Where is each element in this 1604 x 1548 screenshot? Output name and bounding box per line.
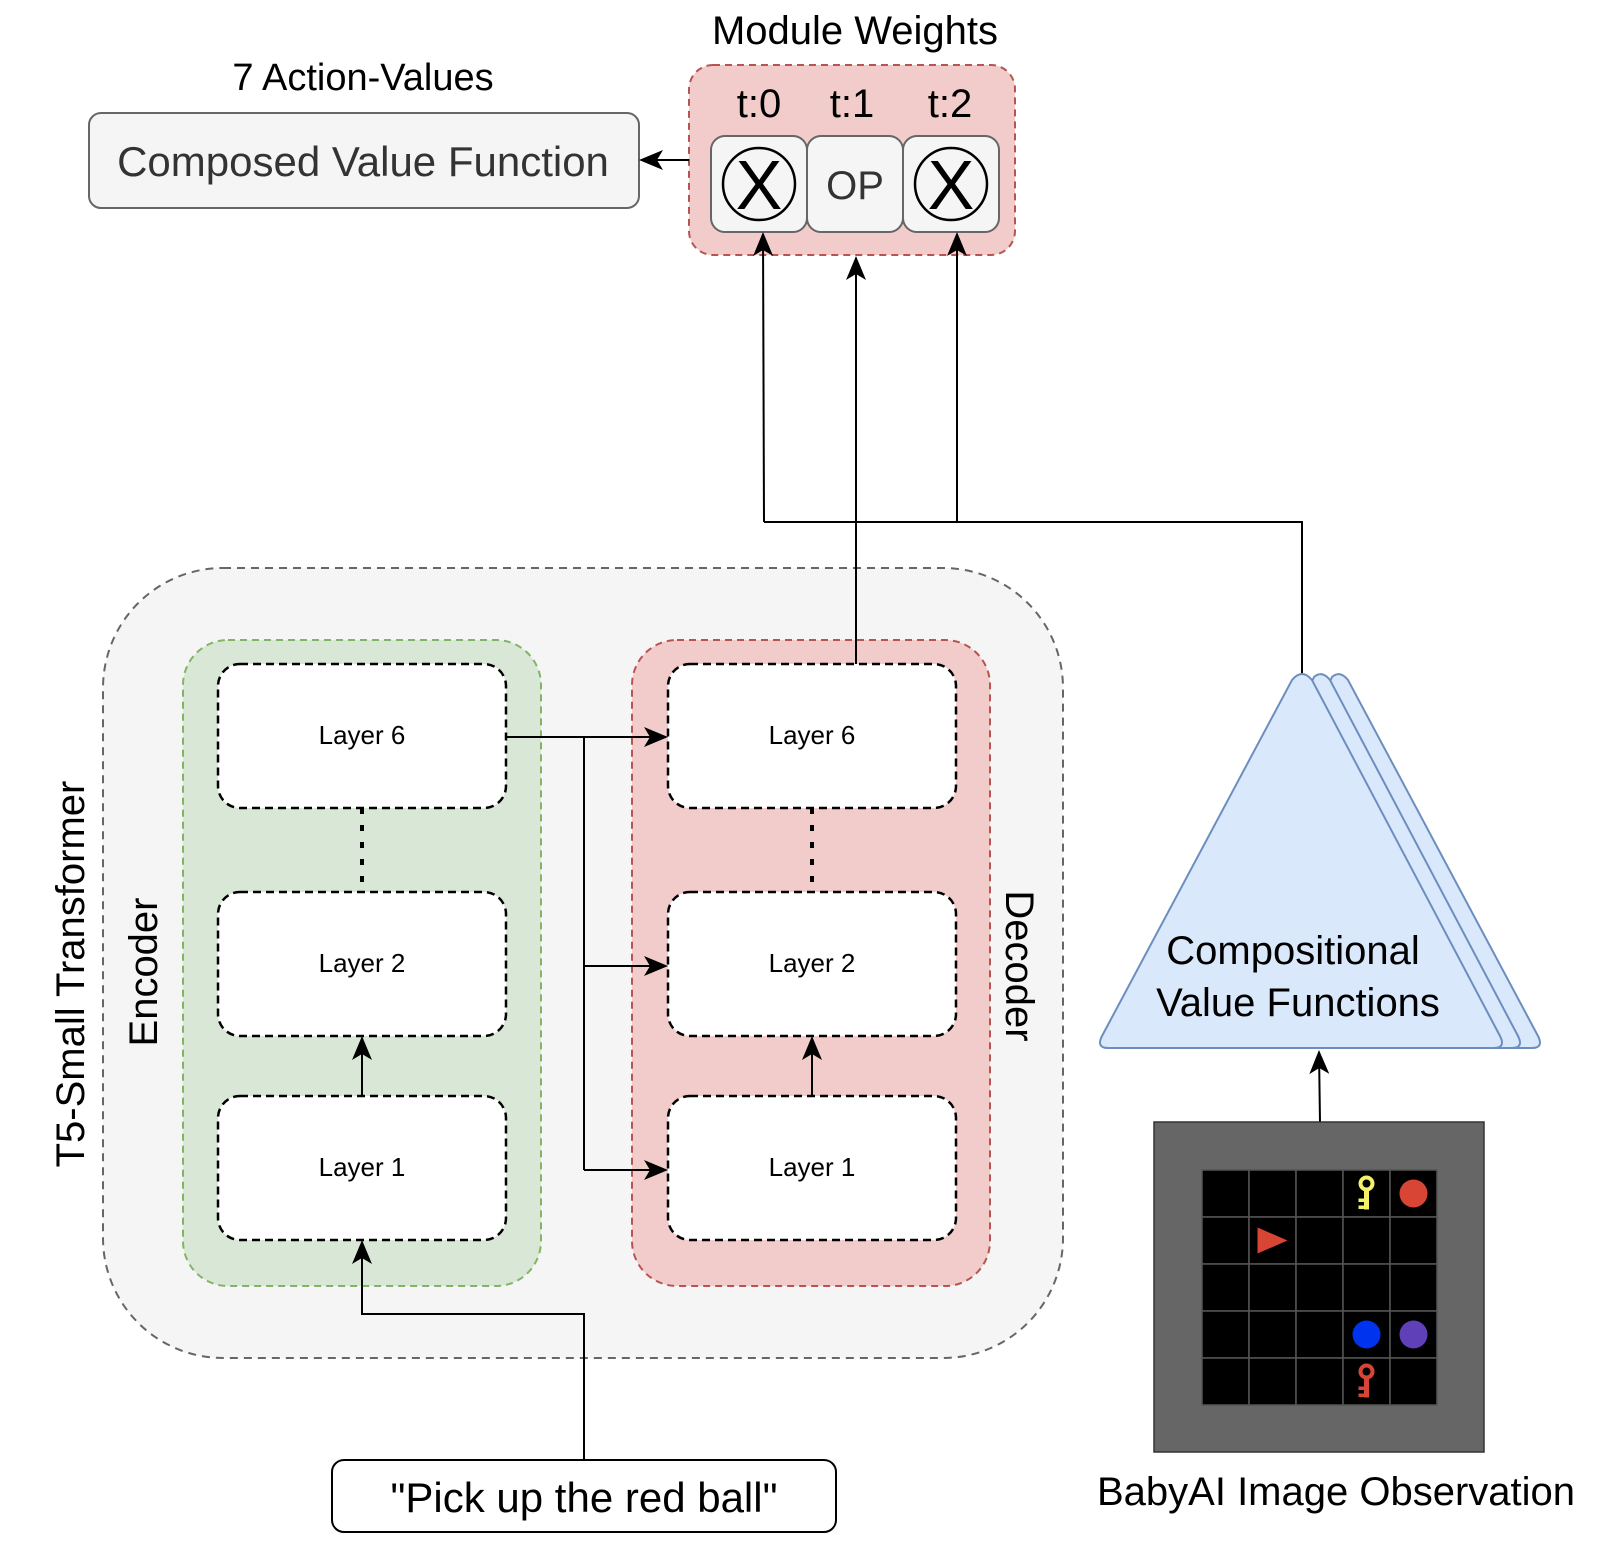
grid-cell <box>1201 1169 1250 1218</box>
svg-text:Layer 6: Layer 6 <box>769 720 856 750</box>
grid-cell <box>1295 1216 1344 1265</box>
grid-cell <box>1389 1263 1438 1312</box>
svg-text:X: X <box>928 146 975 224</box>
op-label: OP <box>826 164 884 208</box>
encoder-layer-2: Layer 2 <box>216 890 508 1038</box>
grid-cell <box>1248 1310 1297 1359</box>
ball-icon <box>1352 1320 1381 1349</box>
grid-cell <box>1248 1169 1297 1218</box>
svg-text:X: X <box>736 146 783 224</box>
compositional-value-functions: Compositional Value Functions <box>1099 673 1541 1049</box>
module-weights-title: Module Weights <box>712 9 998 53</box>
module-slot-t2: X <box>902 135 1000 233</box>
composed-value-function-label: Composed Value Function <box>117 138 609 185</box>
grid-cell <box>1201 1263 1250 1312</box>
encoder-layer-1: Layer 1 <box>216 1094 508 1242</box>
ball-icon <box>1399 1320 1428 1349</box>
slot-label-t1: t:1 <box>830 82 874 126</box>
decoder-layer-1: Layer 1 <box>666 1094 958 1242</box>
grid-cell <box>1342 1263 1391 1312</box>
grid-cell <box>1389 1357 1438 1406</box>
grid-cell <box>1295 1169 1344 1218</box>
grid-cell <box>1201 1357 1250 1406</box>
decoder-layer-6: Layer 6 <box>666 662 958 810</box>
svg-text:Layer 6: Layer 6 <box>319 720 406 750</box>
vf-label-line2: Value Functions <box>1156 981 1440 1025</box>
observation-label: BabyAI Image Observation <box>1097 1470 1575 1514</box>
encoder-label: Encoder <box>122 898 166 1047</box>
vf-label-line1: Compositional <box>1166 929 1419 973</box>
grid-cell <box>1248 1357 1297 1406</box>
grid-cell <box>1295 1310 1344 1359</box>
instruction-text: "Pick up the red ball" <box>390 1474 777 1521</box>
observation-grid <box>1201 1169 1438 1406</box>
grid-cell <box>1389 1216 1438 1265</box>
svg-text:Layer 1: Layer 1 <box>769 1152 856 1182</box>
svg-text:Layer 2: Layer 2 <box>769 948 856 978</box>
svg-text:Layer 1: Layer 1 <box>319 1152 406 1182</box>
svg-text:Layer 2: Layer 2 <box>319 948 406 978</box>
module-slot-t1: OP <box>806 135 904 233</box>
encoder-layer-6: Layer 6 <box>216 662 508 810</box>
slot-label-t2: t:2 <box>928 82 972 126</box>
grid-cell <box>1201 1310 1250 1359</box>
architecture-diagram: Module Weights t:0 t:1 t:2 X OP X 7 Acti… <box>49 9 1575 1533</box>
grid-cell <box>1248 1263 1297 1312</box>
decoder-layer-2: Layer 2 <box>666 890 958 1038</box>
decoder-label: Decoder <box>997 890 1041 1041</box>
arrow-observation-to-vf <box>1309 1050 1330 1123</box>
slot-label-t0: t:0 <box>737 82 781 126</box>
grid-cell <box>1201 1216 1250 1265</box>
grid-cell <box>1295 1263 1344 1312</box>
ball-icon <box>1399 1179 1428 1208</box>
action-values-title: 7 Action-Values <box>232 57 493 99</box>
babyai-observation <box>1153 1121 1485 1453</box>
grid-cell <box>1295 1357 1344 1406</box>
module-slot-t0: X <box>710 135 808 233</box>
grid-cell <box>1342 1216 1391 1265</box>
transformer-title: T5-Small Transformer <box>49 781 93 1168</box>
